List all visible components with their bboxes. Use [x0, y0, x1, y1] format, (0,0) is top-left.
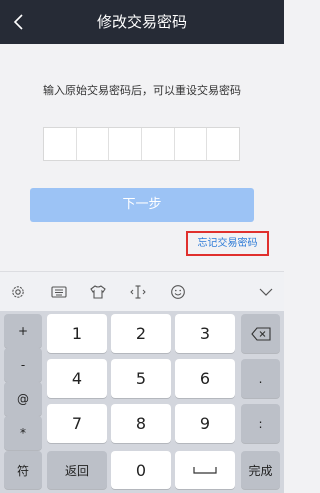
key-space[interactable] [175, 451, 235, 489]
key-0[interactable]: 0 [111, 451, 171, 489]
key-6[interactable]: 6 [175, 359, 235, 398]
key-3[interactable]: 3 [175, 314, 235, 353]
main-content: 输入原始交易密码后，可以重设交易密码 下一步 忘记交易密码 [0, 44, 284, 271]
password-cell[interactable] [207, 128, 239, 160]
space-bar-icon [193, 467, 217, 474]
password-input[interactable] [43, 127, 240, 161]
key-colon[interactable]: : [241, 404, 280, 443]
key-backspace[interactable] [241, 314, 280, 353]
password-cell[interactable] [109, 128, 143, 160]
collapse-keyboard-icon [259, 288, 273, 296]
next-step-button[interactable]: 下一步 [30, 188, 254, 222]
cursor-button[interactable] [120, 272, 156, 312]
key-9[interactable]: 9 [175, 404, 235, 443]
key-8[interactable]: 8 [111, 404, 171, 443]
password-cell[interactable] [77, 128, 110, 160]
key-dot[interactable]: . [241, 359, 280, 398]
forgot-password-link[interactable]: 忘记交易密码 [186, 231, 269, 256]
gear-icon [12, 286, 24, 298]
key-back[interactable]: 返回 [47, 451, 107, 489]
settings-button[interactable] [0, 272, 36, 312]
password-cell[interactable] [44, 128, 77, 160]
numeric-keyboard: + - @ * 1 2 3 4 5 6 7 8 9 . : 符 返回 0 完成 [0, 311, 284, 493]
instruction-text: 输入原始交易密码后，可以重设交易密码 [43, 84, 241, 97]
keyboard-icon [51, 286, 67, 298]
key-at[interactable]: @ [4, 382, 42, 416]
key-4[interactable]: 4 [47, 359, 107, 398]
password-cell[interactable] [142, 128, 175, 160]
key-asterisk[interactable]: * [4, 416, 42, 450]
key-plus[interactable]: + [4, 314, 42, 348]
tshirt-icon [90, 285, 106, 299]
key-2[interactable]: 2 [111, 314, 171, 353]
key-1[interactable]: 1 [47, 314, 107, 353]
password-cell[interactable] [175, 128, 208, 160]
keyboard-switch-button[interactable] [41, 272, 77, 312]
key-7[interactable]: 7 [47, 404, 107, 443]
text-cursor-icon [130, 285, 146, 299]
emoji-button[interactable] [160, 272, 196, 312]
page-title: 修改交易密码 [96, 13, 187, 31]
key-5[interactable]: 5 [111, 359, 171, 398]
skin-button[interactable] [80, 272, 116, 312]
key-minus[interactable]: - [4, 348, 42, 382]
key-symbols[interactable]: 符 [4, 451, 42, 489]
keyboard-toolbar [0, 271, 284, 311]
backspace-icon [250, 326, 271, 341]
header-bar: 修改交易密码 [0, 0, 284, 44]
emoji-icon [171, 285, 185, 299]
hide-keyboard-button[interactable] [248, 272, 284, 312]
key-done[interactable]: 完成 [241, 451, 280, 489]
